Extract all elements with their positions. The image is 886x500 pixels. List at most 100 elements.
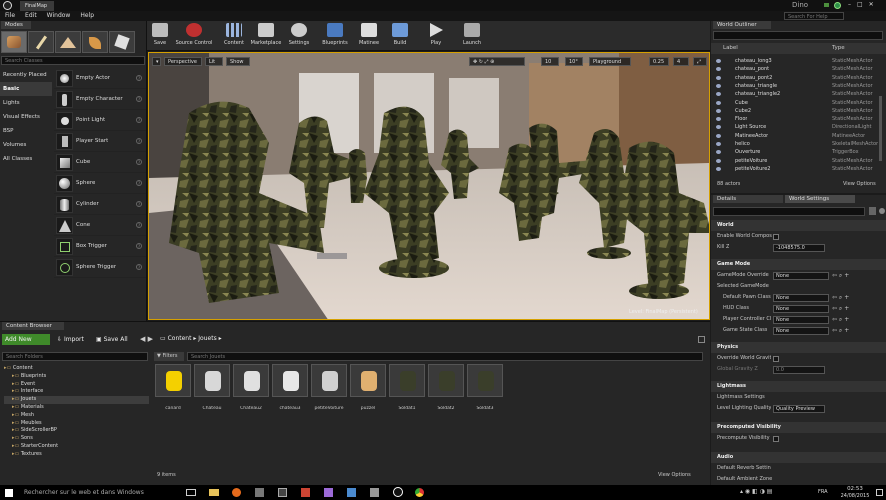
visibility-eye-icon[interactable] bbox=[716, 166, 721, 171]
scale-snap-value[interactable]: 0.25 bbox=[649, 57, 669, 66]
windows-start-icon[interactable] bbox=[5, 489, 13, 497]
place-empty-actor[interactable]: Empty Actor? bbox=[54, 68, 146, 89]
app-icon-2[interactable] bbox=[278, 488, 287, 497]
browse-arrow-icon[interactable]: ⇦ ⌕ + bbox=[832, 303, 849, 314]
place-point-light[interactable]: Point Light? bbox=[54, 110, 146, 131]
save-button[interactable]: Save bbox=[149, 23, 171, 50]
place-player-start[interactable]: Player Start? bbox=[54, 131, 146, 152]
world-outliner-tab[interactable]: World Outliner bbox=[713, 21, 771, 29]
column-label[interactable]: Label bbox=[723, 43, 738, 54]
asset-tile[interactable]: Soldat2 bbox=[428, 364, 464, 416]
category-basic[interactable]: Basic bbox=[0, 82, 52, 96]
asset-tile[interactable]: petiteVoiture bbox=[311, 364, 347, 416]
visibility-eye-icon[interactable] bbox=[716, 117, 721, 122]
tray-icons[interactable]: ▴ ◉ ◧ ◑ ▤ bbox=[740, 488, 772, 495]
place-mode-button[interactable] bbox=[1, 31, 27, 53]
outliner-view-options[interactable]: View Options bbox=[843, 181, 876, 187]
outliner-row[interactable]: Cube2 StaticMeshActor bbox=[711, 107, 886, 115]
outliner-row[interactable]: chateau_pont StaticMeshActor bbox=[711, 65, 886, 73]
folder-item[interactable]: ▸▭ Materials bbox=[4, 404, 149, 412]
outliner-row[interactable]: helico SkeletalMeshActor bbox=[711, 140, 886, 148]
category-volumes[interactable]: Volumes bbox=[0, 138, 52, 152]
unreal-taskbar-icon[interactable] bbox=[393, 487, 403, 497]
place-box-trigger[interactable]: Box Trigger? bbox=[54, 236, 146, 257]
file-explorer-icon[interactable] bbox=[209, 489, 219, 496]
visibility-eye-icon[interactable] bbox=[716, 67, 721, 72]
visibility-eye-icon[interactable] bbox=[716, 100, 721, 105]
player-controller-select[interactable]: None bbox=[773, 315, 829, 324]
lock-icon[interactable] bbox=[698, 336, 705, 343]
help-icon[interactable]: ? bbox=[136, 264, 142, 270]
category-bsp[interactable]: BSP bbox=[0, 124, 52, 138]
section-lightmass[interactable]: Lightmass bbox=[711, 381, 886, 392]
folder-item[interactable]: ▸▭ StarterContent bbox=[4, 443, 149, 451]
row-default-reverb[interactable]: Default Reverb Settin bbox=[711, 463, 886, 474]
place-sphere[interactable]: Sphere? bbox=[54, 173, 146, 194]
asset-tile[interactable]: Soldat3 bbox=[467, 364, 503, 416]
asset-tile[interactable]: canard bbox=[155, 364, 191, 416]
eye-filter-icon[interactable] bbox=[879, 208, 885, 214]
browse-arrow-icon[interactable]: ⇦ ⌕ + bbox=[832, 292, 849, 303]
world-settings-tab[interactable]: World Settings bbox=[785, 195, 855, 203]
section-audio[interactable]: Audio bbox=[711, 452, 886, 463]
place-sphere-trigger[interactable]: Sphere Trigger? bbox=[54, 257, 146, 278]
folder-item[interactable]: ▸▭ Interface bbox=[4, 388, 149, 396]
enable-world-compos-checkbox[interactable] bbox=[773, 233, 779, 240]
folder-search-input[interactable]: Search Folders bbox=[2, 352, 148, 361]
override-gravity-checkbox[interactable] bbox=[773, 355, 779, 362]
help-icon[interactable]: ? bbox=[136, 117, 142, 123]
app-icon-6[interactable] bbox=[370, 488, 379, 497]
app-icon-1[interactable] bbox=[255, 488, 264, 497]
category-all-classes[interactable]: All Classes bbox=[0, 152, 52, 166]
row-lightmass-settings[interactable]: Lightmass Settings bbox=[711, 392, 886, 403]
browse-arrow-icon[interactable]: ⇦ ⌕ + bbox=[832, 325, 849, 336]
transform-tools[interactable]: ✥ ↻ ⤢ ⊕ bbox=[469, 57, 525, 66]
section-game-mode[interactable]: Game Mode bbox=[711, 259, 886, 270]
outliner-row[interactable]: chateau_triangle StaticMeshActor bbox=[711, 82, 886, 90]
asset-tile[interactable]: Soldat1 bbox=[389, 364, 425, 416]
rotation-snap-value[interactable]: 10° bbox=[565, 57, 583, 66]
app-icon-5[interactable] bbox=[347, 488, 356, 497]
browse-arrow-icon[interactable]: ⇦ ⌕ + bbox=[832, 270, 849, 281]
visibility-eye-icon[interactable] bbox=[716, 92, 721, 97]
outliner-row[interactable]: Ouverture TriggerBox bbox=[711, 148, 886, 156]
perspective-button[interactable]: Perspective bbox=[164, 57, 202, 66]
level-tab[interactable]: FinalMap bbox=[20, 1, 54, 11]
asset-tile[interactable]: Chateau2 bbox=[233, 364, 269, 416]
notifications-icon[interactable] bbox=[876, 489, 883, 496]
visibility-eye-icon[interactable] bbox=[716, 150, 721, 155]
menu-window[interactable]: Window bbox=[42, 11, 76, 21]
launch-button[interactable]: Launch bbox=[459, 23, 485, 50]
breadcrumb-content[interactable]: Content bbox=[168, 335, 192, 342]
category-lights[interactable]: Lights bbox=[0, 96, 52, 110]
maximize-icon[interactable] bbox=[834, 2, 841, 9]
folder-item[interactable]: ▸▭ Jouets bbox=[4, 396, 149, 404]
asset-tile[interactable]: Chateau bbox=[194, 364, 230, 416]
outliner-row[interactable]: Light Source DirectionalLight bbox=[711, 123, 886, 131]
kill-z-input[interactable]: -1048575.0 bbox=[773, 243, 825, 252]
help-search-input[interactable]: Search For Help bbox=[784, 12, 844, 20]
marketplace-button[interactable]: Marketplace bbox=[249, 23, 283, 50]
outliner-row[interactable]: Floor StaticMeshActor bbox=[711, 115, 886, 123]
history-arrows[interactable]: ◀ ▶ bbox=[140, 335, 153, 343]
task-view-icon[interactable] bbox=[186, 489, 196, 496]
matinee-button[interactable]: Matinee bbox=[355, 23, 383, 50]
gamemode-override-select[interactable]: None bbox=[773, 271, 829, 280]
asset-search-input[interactable]: Search Jouets bbox=[187, 352, 703, 361]
show-button[interactable]: Show bbox=[226, 57, 250, 66]
build-button[interactable]: Build bbox=[389, 23, 411, 50]
hud-class-select[interactable]: None bbox=[773, 304, 829, 313]
asset-tile[interactable]: chateau3 bbox=[272, 364, 308, 416]
folder-item[interactable]: ▸▭ Mesh bbox=[4, 412, 149, 420]
browse-arrow-icon[interactable]: ⇦ ⌕ + bbox=[832, 314, 849, 325]
visibility-eye-icon[interactable] bbox=[716, 125, 721, 130]
outliner-row[interactable]: chateau_triangle2 StaticMeshActor bbox=[711, 90, 886, 98]
app-icon-3[interactable] bbox=[301, 488, 310, 497]
menu-help[interactable]: Help bbox=[75, 11, 99, 21]
visibility-eye-icon[interactable] bbox=[716, 59, 721, 63]
visibility-eye-icon[interactable] bbox=[716, 108, 721, 113]
level-viewport[interactable]: ▾ Perspective Lit Show ✥ ↻ ⤢ ⊕ 10 10° Pl… bbox=[148, 52, 710, 320]
property-matrix-icon[interactable] bbox=[869, 207, 876, 215]
outliner-scrollbar[interactable] bbox=[879, 96, 882, 161]
game-state-select[interactable]: None bbox=[773, 326, 829, 335]
